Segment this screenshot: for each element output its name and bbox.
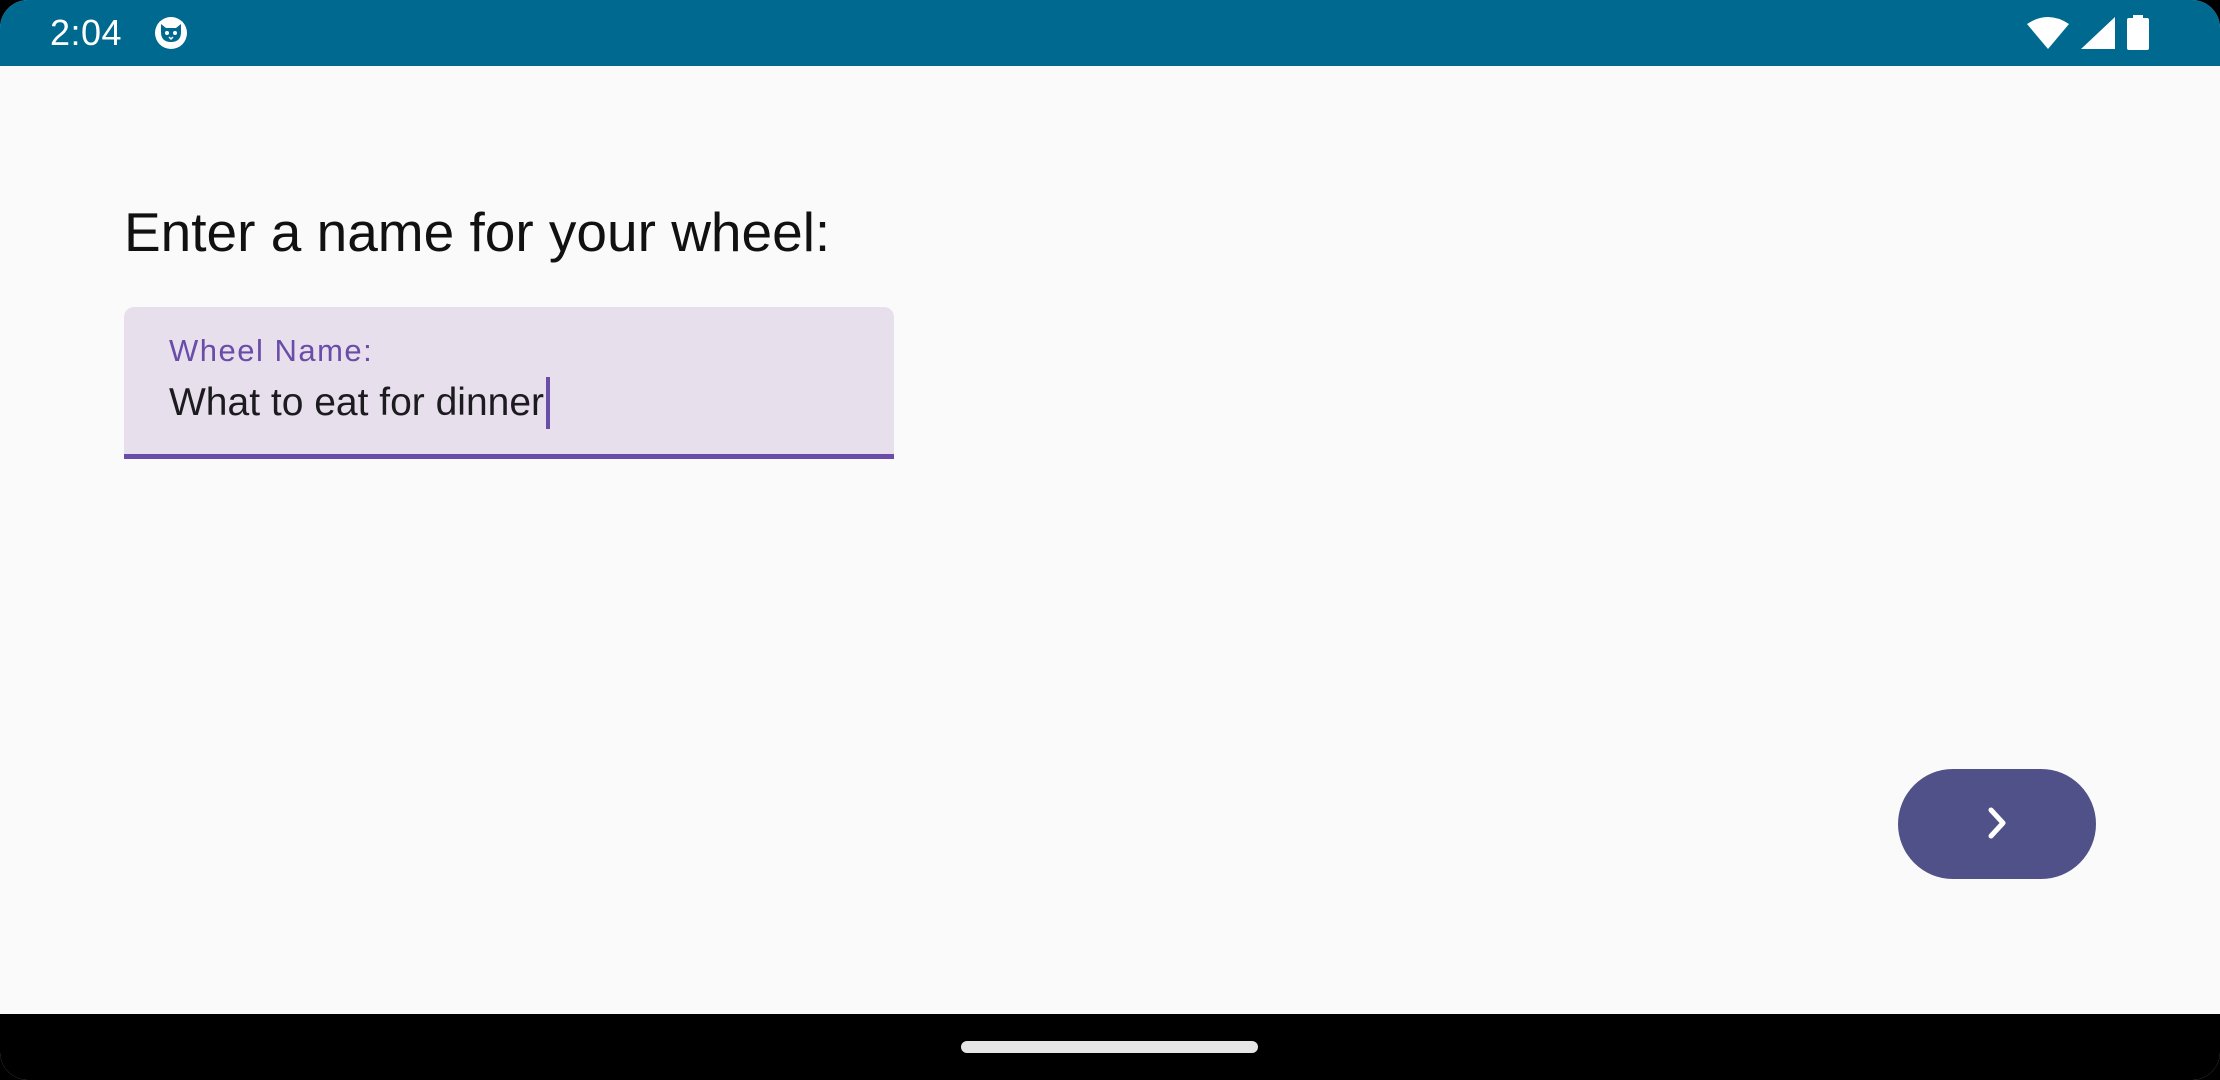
wheel-name-input[interactable]: What to eat for dinner [169, 377, 551, 429]
main-content: Enter a name for your wheel: Wheel Name:… [0, 66, 2220, 1014]
navigation-bar [0, 1014, 2220, 1080]
text-cursor [546, 377, 551, 429]
wheel-name-label: Wheel Name: [169, 333, 374, 368]
status-time: 2:04 [50, 12, 123, 53]
wheel-name-value: What to eat for dinner [169, 381, 545, 424]
status-icons [2026, 14, 2150, 52]
next-button[interactable] [1898, 769, 2096, 879]
wifi-icon [2026, 16, 2070, 50]
app-screen: 2:04 Enter a name for your wheel: Wheel … [0, 0, 2220, 1080]
home-gesture-handle[interactable] [961, 1041, 1258, 1053]
battery-icon [2126, 15, 2150, 51]
cat-face-icon [153, 15, 189, 51]
status-bar: 2:04 [0, 0, 2220, 66]
wheel-name-field[interactable]: Wheel Name: What to eat for dinner [124, 307, 894, 459]
cellular-signal-icon [2080, 16, 2116, 50]
page-title: Enter a name for your wheel: [124, 201, 831, 263]
chevron-right-icon [1982, 803, 2012, 846]
